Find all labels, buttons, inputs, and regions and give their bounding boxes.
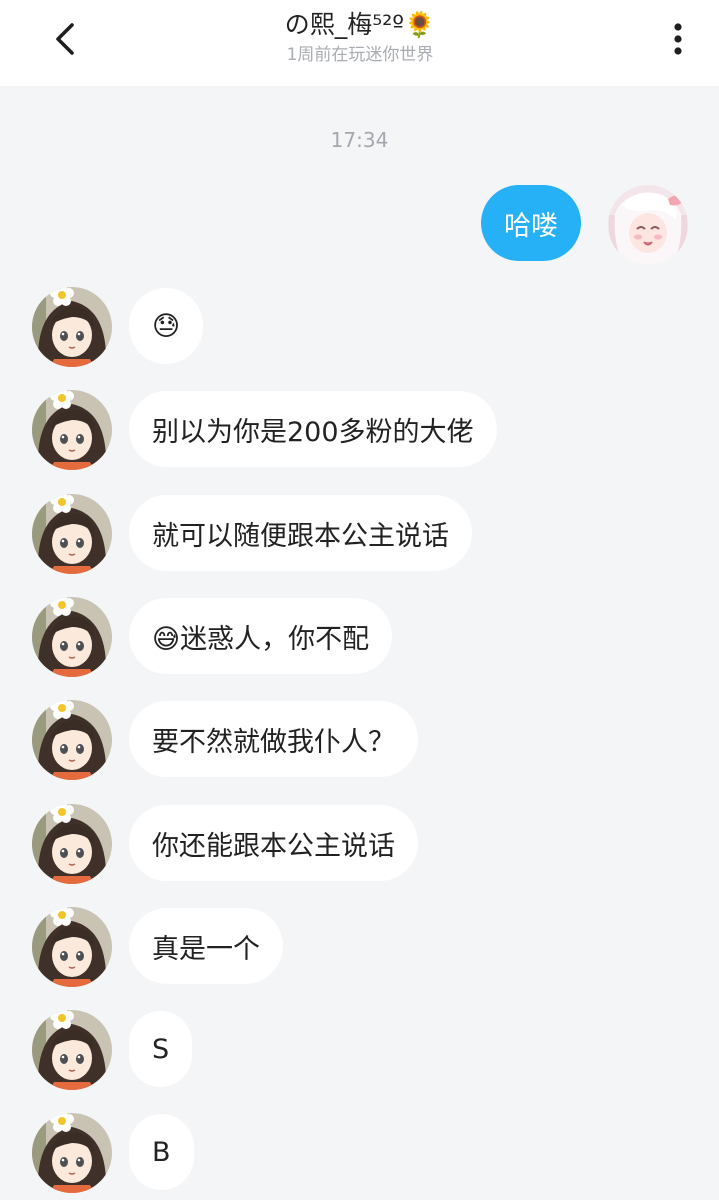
contact-name: の熙_梅⁵²º🌻	[284, 10, 436, 39]
contact-avatar[interactable]	[32, 700, 112, 780]
incoming-message-bubble[interactable]: 😓	[129, 288, 204, 364]
incoming-message-bubble[interactable]: 就可以随便跟本公主说话	[129, 495, 472, 571]
incoming-message-bubble[interactable]: 要不然就做我仆人？	[129, 701, 418, 777]
contact-status: 1周前在玩迷你世界	[286, 45, 434, 65]
contact-avatar[interactable]	[32, 390, 112, 470]
contact-avatar[interactable]	[32, 597, 112, 677]
more-vertical-icon	[674, 23, 682, 55]
contact-avatar[interactable]	[32, 1010, 112, 1090]
contact-avatar[interactable]	[32, 494, 112, 574]
contact-avatar-image	[32, 390, 112, 470]
incoming-message-bubble[interactable]: 你还能跟本公主说话	[129, 805, 418, 881]
incoming-message-bubble[interactable]: 别以为你是200多粉的大佬	[129, 391, 497, 467]
chevron-left-icon	[56, 23, 74, 55]
my-avatar[interactable]	[608, 185, 688, 265]
contact-avatar-image	[32, 700, 112, 780]
contact-avatar-image	[32, 494, 112, 574]
incoming-message-bubble[interactable]: B	[129, 1114, 194, 1190]
contact-avatar[interactable]	[32, 907, 112, 987]
incoming-message-bubble[interactable]: 😅迷惑人，你不配	[129, 598, 393, 674]
incoming-message-bubble[interactable]: 真是一个	[129, 908, 283, 984]
message-timestamp: 17:34	[330, 128, 389, 152]
self-avatar-image	[608, 185, 688, 265]
incoming-message-bubble[interactable]: S	[129, 1011, 193, 1087]
contact-avatar-image	[32, 1113, 112, 1193]
contact-avatar-image	[32, 287, 112, 367]
more-options-button[interactable]	[660, 16, 696, 62]
chat-title-block[interactable]: の熙_梅⁵²º🌻 1周前在玩迷你世界	[160, 8, 560, 67]
contact-avatar-image	[32, 907, 112, 987]
contact-avatar[interactable]	[32, 287, 112, 367]
contact-avatar-image	[32, 1010, 112, 1090]
outgoing-message-bubble[interactable]: 哈喽	[481, 185, 581, 261]
contact-avatar[interactable]	[32, 804, 112, 884]
contact-avatar-image	[32, 597, 112, 677]
back-button[interactable]	[40, 16, 90, 62]
contact-avatar[interactable]	[32, 1113, 112, 1193]
chat-header: の熙_梅⁵²º🌻 1周前在玩迷你世界	[0, 0, 719, 86]
contact-avatar-image	[32, 804, 112, 884]
